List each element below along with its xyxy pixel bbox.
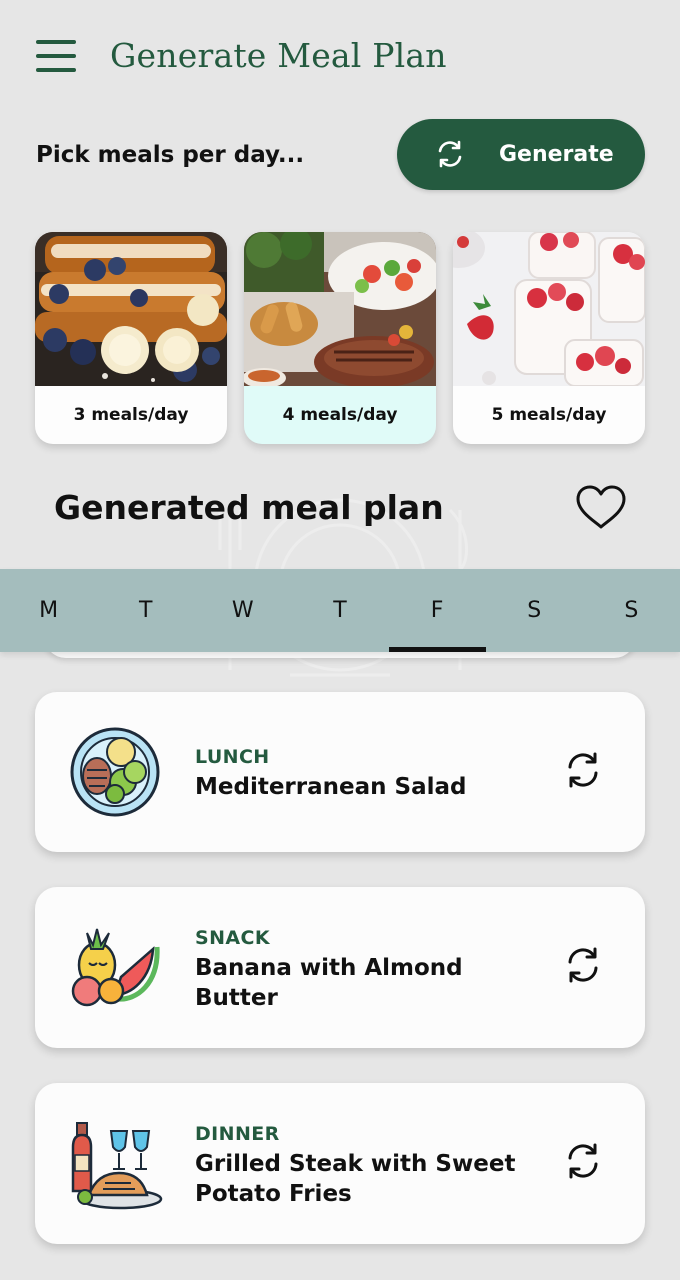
french-toast-photo [35,232,227,386]
generate-label: Generate [499,142,614,167]
tab-friday[interactable]: F [388,569,486,652]
tab-monday[interactable]: M [0,569,97,652]
page-title: Generate Meal Plan [110,36,447,75]
meal-option-3[interactable]: 3 meals/day [35,232,227,444]
meal-option-4[interactable]: 4 meals/day [244,232,436,444]
generate-button[interactable]: Generate [397,119,645,190]
meal-option-label: 4 meals/day [282,405,398,425]
panna-cotta-photo [453,232,645,386]
heart-outline-icon[interactable] [574,484,628,532]
meal-type: DINNER [195,1123,280,1145]
meal-name: Mediterranean Salad [195,774,467,800]
swap-meal-icon[interactable] [563,1141,603,1181]
swap-meal-icon[interactable] [563,750,603,790]
meal-card-lunch[interactable]: LUNCH Mediterranean Salad [35,692,645,852]
meal-name: Grilled Steak with Sweet Potato Fries [195,1151,516,1207]
meal-name: Banana with Almond Butter [195,955,463,1011]
meal-option-label: 5 meals/day [491,405,607,425]
dinner-wine-roast-icon [71,1122,163,1210]
tab-wednesday[interactable]: W [194,569,291,652]
day-tabs: M T W T F S S [0,569,680,652]
meal-type: SNACK [195,927,270,949]
meal-type: LUNCH [195,746,270,768]
tab-thursday[interactable]: T [291,569,388,652]
steak-platter-photo [244,232,436,386]
hamburger-menu-icon[interactable] [36,40,76,72]
swap-meal-icon[interactable] [563,945,603,985]
tab-saturday[interactable]: S [486,569,583,652]
meal-option-label: 3 meals/day [73,405,189,425]
meal-card-snack[interactable]: SNACK Banana with Almond Butter [35,887,645,1048]
tab-sunday[interactable]: S [583,569,680,652]
refresh-icon [438,140,462,168]
tab-tuesday[interactable]: T [97,569,194,652]
app-bar: Generate Meal Plan [0,0,680,112]
salad-plate-icon [70,727,160,817]
meals-per-day-label: Pick meals per day... [36,142,305,168]
fruit-assortment-icon [71,928,160,1007]
meal-card-dinner[interactable]: DINNER Grilled Steak with Sweet Potato F… [35,1083,645,1244]
meal-option-5[interactable]: 5 meals/day [453,232,645,444]
section-title: Generated meal plan [54,488,444,527]
